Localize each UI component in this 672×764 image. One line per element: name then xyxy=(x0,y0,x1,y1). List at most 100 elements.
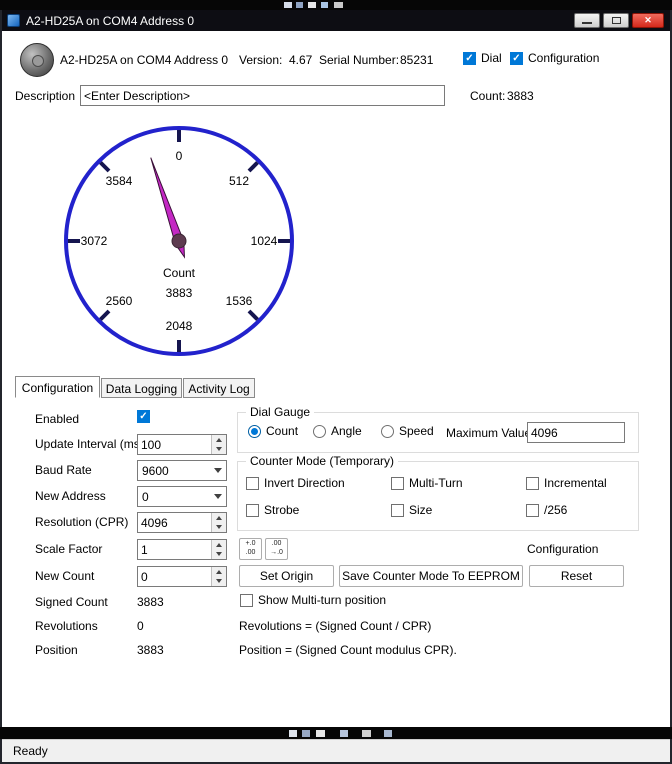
increase-decimals-icon: +.0 xyxy=(240,540,261,549)
strobe-checkbox[interactable]: Strobe xyxy=(246,503,299,517)
desktop-strip-bottom xyxy=(0,727,672,739)
dial-checkbox-check-icon xyxy=(463,52,476,65)
baud-rate-select[interactable]: 9600 xyxy=(137,460,227,481)
position-value: 3883 xyxy=(137,643,164,657)
svg-text:2048: 2048 xyxy=(166,319,193,333)
minimize-icon xyxy=(582,22,592,24)
spin-up-icon[interactable] xyxy=(212,435,226,445)
radio-count-dot-icon xyxy=(248,425,261,438)
reset-button-label: Reset xyxy=(561,569,592,583)
maximum-value-label: Maximum Value xyxy=(446,426,531,440)
maximum-value-input[interactable] xyxy=(528,424,624,441)
new-address-select[interactable]: 0 xyxy=(137,486,227,507)
count-label: Count: xyxy=(470,89,505,103)
configuration-checkbox-check-icon xyxy=(510,52,523,65)
incremental-checkbox[interactable]: Incremental xyxy=(526,476,607,490)
enabled-checkbox[interactable] xyxy=(137,410,150,423)
new-count-label: New Count xyxy=(35,569,94,583)
desktop-strip-top xyxy=(0,0,672,10)
new-address-value: 0 xyxy=(138,490,210,504)
spin-down-icon[interactable] xyxy=(212,523,226,533)
update-interval-stepper[interactable] xyxy=(137,434,227,455)
desktop-icons xyxy=(302,730,310,737)
count-value: 3883 xyxy=(507,89,534,103)
maximum-value-field xyxy=(527,422,625,443)
tab-data-logging[interactable]: Data Logging xyxy=(101,378,182,398)
serial-number-value: 85231 xyxy=(400,53,433,67)
spin-up-icon[interactable] xyxy=(212,513,226,523)
spin-down-icon[interactable] xyxy=(212,445,226,455)
show-multiturn-label: Show Multi-turn position xyxy=(258,593,386,607)
size-label: Size xyxy=(409,503,432,517)
new-count-input[interactable] xyxy=(138,568,211,585)
desktop-icons xyxy=(362,730,371,737)
serial-number-label: Serial Number: xyxy=(319,53,399,67)
radio-count[interactable]: Count xyxy=(248,424,298,438)
desktop-icons xyxy=(308,2,316,8)
invert-direction-label: Invert Direction xyxy=(264,476,345,490)
tab-activity-log[interactable]: Activity Log xyxy=(183,378,255,398)
baud-rate-value: 9600 xyxy=(138,464,210,478)
scale-factor-spinner xyxy=(211,540,226,559)
screenshot-root: A2-HD25A on COM4 Address 0 A2-HD25A on C… xyxy=(0,0,672,764)
dropdown-arrow-icon[interactable] xyxy=(210,494,226,499)
show-multiturn-box-icon xyxy=(240,594,253,607)
tab-configuration-label: Configuration xyxy=(22,381,93,395)
configuration-checkbox-label: Configuration xyxy=(528,51,599,65)
maximize-button[interactable] xyxy=(603,13,629,28)
spin-down-icon[interactable] xyxy=(212,550,226,560)
titlebar: A2-HD25A on COM4 Address 0 xyxy=(2,10,670,31)
invert-direction-box-icon xyxy=(246,477,259,490)
save-counter-mode-button[interactable]: Save Counter Mode To EEPROM xyxy=(339,565,523,587)
svg-text:1024: 1024 xyxy=(251,234,278,248)
new-address-label: New Address xyxy=(35,489,106,503)
new-count-stepper[interactable] xyxy=(137,566,227,587)
desktop-icons xyxy=(316,730,325,737)
dial-checkbox-label: Dial xyxy=(481,51,502,65)
radio-speed[interactable]: Speed xyxy=(381,424,434,438)
spin-up-icon[interactable] xyxy=(212,567,226,577)
svg-text:3584: 3584 xyxy=(106,174,133,188)
desktop-icons xyxy=(384,730,392,737)
version-label: Version: xyxy=(239,53,282,67)
div256-checkbox[interactable]: /256 xyxy=(526,503,567,517)
scale-factor-input[interactable] xyxy=(138,541,211,558)
spin-down-icon[interactable] xyxy=(212,577,226,587)
set-origin-button[interactable]: Set Origin xyxy=(239,565,334,587)
status-text: Ready xyxy=(13,744,48,758)
update-interval-input[interactable] xyxy=(138,436,211,453)
dropdown-arrow-icon[interactable] xyxy=(210,468,226,473)
tab-configuration[interactable]: Configuration xyxy=(15,376,100,398)
strobe-label: Strobe xyxy=(264,503,299,517)
reset-button[interactable]: Reset xyxy=(529,565,624,587)
dial-gauge-group-title: Dial Gauge xyxy=(246,405,314,419)
increase-decimals-button[interactable]: +.0 .00 xyxy=(239,538,262,560)
configuration-checkbox[interactable]: Configuration xyxy=(510,51,599,65)
minimize-button[interactable] xyxy=(574,13,600,28)
multi-turn-label: Multi-Turn xyxy=(409,476,463,490)
resolution-stepper[interactable] xyxy=(137,512,227,533)
revolutions-formula: Revolutions = (Signed Count / CPR) xyxy=(239,619,431,633)
multi-turn-checkbox[interactable]: Multi-Turn xyxy=(391,476,463,490)
size-box-icon xyxy=(391,504,404,517)
save-counter-mode-button-label: Save Counter Mode To EEPROM xyxy=(342,569,520,583)
size-checkbox[interactable]: Size xyxy=(391,503,432,517)
window-title: A2-HD25A on COM4 Address 0 xyxy=(26,14,574,28)
svg-text:1536: 1536 xyxy=(226,294,253,308)
set-origin-button-label: Set Origin xyxy=(260,569,313,583)
description-field xyxy=(80,85,445,106)
update-interval-spinner xyxy=(211,435,226,454)
resolution-input[interactable] xyxy=(138,514,211,531)
enabled-label: Enabled xyxy=(35,412,79,426)
description-input[interactable] xyxy=(81,87,444,104)
tab-activity-log-label: Activity Log xyxy=(188,382,249,396)
show-multiturn-checkbox[interactable]: Show Multi-turn position xyxy=(240,593,386,607)
close-button[interactable] xyxy=(632,13,664,28)
spin-up-icon[interactable] xyxy=(212,540,226,550)
new-count-spinner xyxy=(211,567,226,586)
decrease-decimals-button[interactable]: .00 →.0 xyxy=(265,538,288,560)
scale-factor-stepper[interactable] xyxy=(137,539,227,560)
dial-checkbox[interactable]: Dial xyxy=(463,51,502,65)
radio-angle[interactable]: Angle xyxy=(313,424,362,438)
invert-direction-checkbox[interactable]: Invert Direction xyxy=(246,476,345,490)
